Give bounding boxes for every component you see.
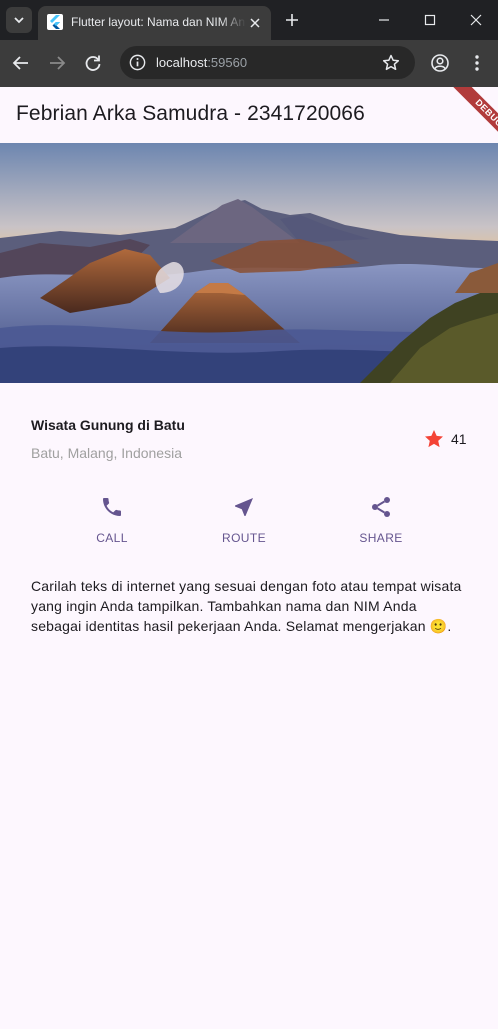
- minimize-icon[interactable]: [374, 10, 394, 30]
- tab-title: Flutter layout: Nama dan NIM Anda: [71, 15, 246, 29]
- profile-icon[interactable]: [429, 52, 451, 74]
- browser-tab-strip: Flutter layout: Nama dan NIM Anda: [0, 0, 498, 40]
- place-location: Batu, Malang, Indonesia: [31, 445, 182, 461]
- title-section: Wisata Gunung di Batu Batu, Malang, Indo…: [31, 411, 471, 466]
- back-arrow-icon[interactable]: [10, 52, 32, 74]
- app-bar: Febrian Arka Samudra - 2341720066: [0, 87, 498, 143]
- route-label: ROUTE: [222, 531, 266, 545]
- site-info-icon[interactable]: [128, 53, 147, 72]
- chevron-down-icon: [14, 17, 24, 24]
- address-bar[interactable]: localhost:59560: [120, 46, 415, 79]
- description-text: Carilah teks di internet yang sesuai den…: [31, 578, 462, 634]
- tab-search-button[interactable]: [6, 7, 32, 33]
- more-menu-icon[interactable]: [466, 52, 488, 74]
- share-button[interactable]: SHARE: [341, 493, 421, 545]
- close-window-icon[interactable]: [466, 10, 486, 30]
- reload-icon[interactable]: [82, 52, 104, 74]
- share-label: SHARE: [359, 531, 403, 545]
- share-icon: [372, 497, 390, 517]
- browser-tab[interactable]: Flutter layout: Nama dan NIM Anda: [38, 6, 271, 40]
- close-tab-icon[interactable]: [247, 15, 263, 31]
- route-button[interactable]: ROUTE: [204, 493, 284, 545]
- rating-count: 41: [451, 431, 467, 447]
- page-title: Febrian Arka Samudra - 2341720066: [16, 102, 365, 125]
- maximize-icon[interactable]: [420, 10, 440, 30]
- browser-toolbar: localhost:59560: [0, 40, 498, 87]
- call-label: CALL: [96, 531, 128, 545]
- star-icon: [425, 430, 443, 448]
- url-host: localhost: [156, 55, 208, 70]
- phone-icon: [103, 498, 121, 516]
- url-port: :59560: [207, 55, 248, 70]
- action-button-row: CALL ROUTE SHARE: [0, 493, 498, 548]
- new-tab-icon[interactable]: [282, 10, 302, 30]
- forward-arrow-icon[interactable]: [46, 52, 68, 74]
- bookmark-star-icon[interactable]: [381, 53, 401, 73]
- call-button[interactable]: CALL: [72, 493, 152, 545]
- navigation-icon: [235, 498, 253, 516]
- place-name: Wisata Gunung di Batu: [31, 417, 185, 433]
- mountain-landscape-image: [0, 143, 498, 383]
- flutter-logo-icon: [47, 14, 63, 30]
- url-text: localhost:59560: [156, 55, 247, 70]
